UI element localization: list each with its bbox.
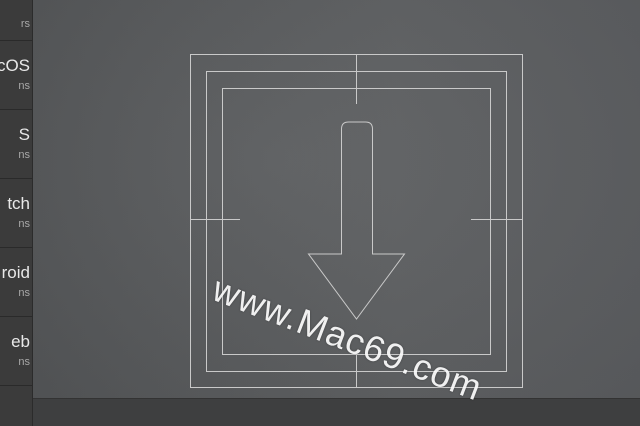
- bottom-toolbar: [33, 398, 640, 426]
- download-arrow-icon: [307, 121, 406, 320]
- icon-template-guides: [190, 54, 523, 388]
- app-window: rs cOS ns S ns tch ns roid ns eb ns www.…: [0, 0, 640, 426]
